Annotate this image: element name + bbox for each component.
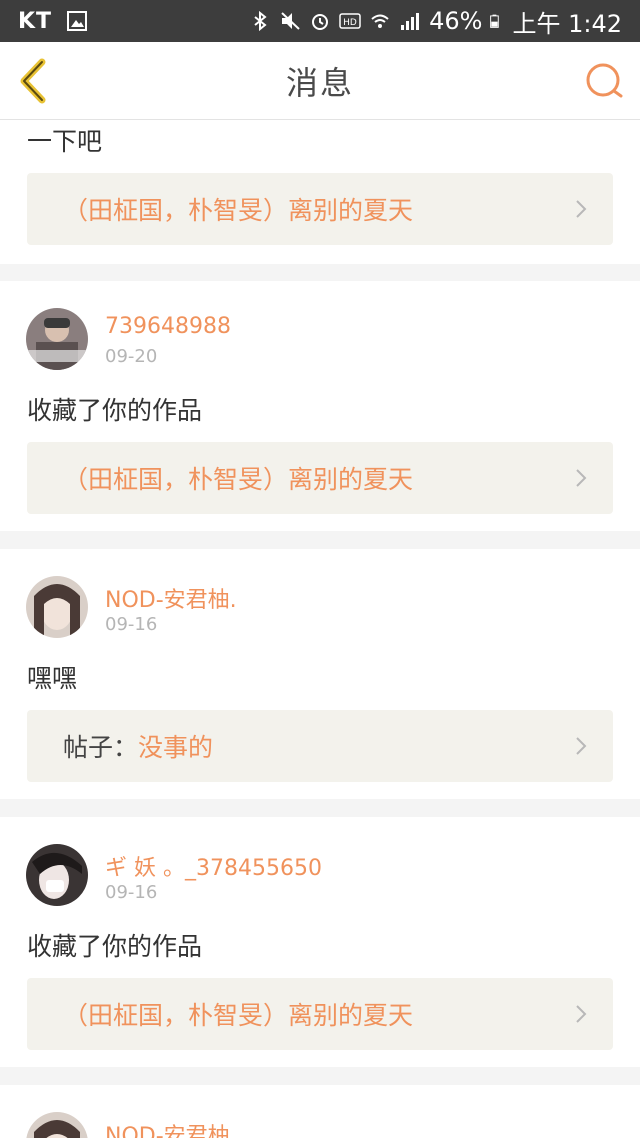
message-card: NOD-安君柚. 09-16 嘿嘿 帖子： 没事的 bbox=[0, 549, 640, 799]
bluetooth-icon bbox=[254, 10, 267, 32]
signal-icon bbox=[401, 13, 420, 30]
carrier-label: KT bbox=[18, 8, 53, 34]
work-title: （田柾国，朴智旻）离别的夏天 bbox=[63, 1001, 414, 1030]
work-title: （田柾国，朴智旻）离别的夏天 bbox=[63, 465, 414, 494]
battery-charging-icon bbox=[490, 14, 500, 28]
chevron-right-icon bbox=[576, 469, 587, 487]
clock: 上午 1:42 bbox=[512, 9, 622, 38]
username[interactable]: 739648988 bbox=[105, 314, 231, 339]
avatar[interactable] bbox=[26, 1112, 88, 1138]
alarm-icon bbox=[312, 14, 329, 30]
username[interactable]: ギ 妖 。_378455650 bbox=[105, 850, 322, 882]
wifi-icon bbox=[371, 14, 389, 28]
post-prefix: 帖子： bbox=[63, 733, 139, 762]
avatar[interactable] bbox=[26, 576, 88, 638]
svg-text:HD: HD bbox=[343, 18, 357, 28]
chevron-right-icon bbox=[576, 1005, 587, 1023]
hd-voice-icon: HD bbox=[339, 13, 361, 29]
post-title: 没事的 bbox=[138, 733, 214, 762]
message-card: 739648988 09-20 收藏了你的作品 （田柾国，朴智旻）离别的夏天 bbox=[0, 281, 640, 531]
message-card: ギ 妖 。_378455650 09-16 收藏了你的作品 （田柾国，朴智旻）离… bbox=[0, 817, 640, 1067]
username[interactable]: NOD-安君柚. bbox=[105, 582, 237, 614]
mute-icon bbox=[281, 12, 300, 30]
page-title: 消息 bbox=[285, 64, 354, 102]
battery-percent: 46% bbox=[429, 7, 483, 35]
work-link-card[interactable]: （田柾国，朴智旻）离别的夏天 bbox=[27, 442, 613, 514]
status-bar: KT HD 46% 上午 1:42 bbox=[0, 0, 640, 42]
avatar[interactable] bbox=[26, 844, 88, 906]
username[interactable]: NOD-安君柚. bbox=[105, 1118, 237, 1138]
work-link-card[interactable]: （田柾国，朴智旻）离别的夏天 bbox=[27, 173, 613, 245]
search-icon[interactable] bbox=[584, 60, 626, 102]
gallery-notification-icon bbox=[67, 11, 88, 31]
message-list[interactable]: 一下吧 （田柾国，朴智旻）离别的夏天 739648988 09-20 收藏了你的… bbox=[0, 120, 640, 1138]
timestamp: 09-16 bbox=[105, 882, 158, 903]
message-text: 一下吧 bbox=[27, 127, 103, 156]
post-link-card[interactable]: 帖子： 没事的 bbox=[27, 710, 613, 782]
message-text: 嘿嘿 bbox=[27, 664, 78, 693]
work-link-card[interactable]: （田柾国，朴智旻）离别的夏天 bbox=[27, 978, 613, 1050]
app-header: 消息 bbox=[0, 42, 640, 120]
avatar[interactable] bbox=[26, 308, 88, 370]
chevron-right-icon bbox=[576, 200, 587, 218]
message-card: NOD-安君柚. bbox=[0, 1085, 640, 1138]
work-title: （田柾国，朴智旻）离别的夏天 bbox=[63, 196, 414, 225]
message-text: 收藏了你的作品 bbox=[27, 932, 203, 961]
message-card: 一下吧 （田柾国，朴智旻）离别的夏天 bbox=[0, 120, 640, 264]
chevron-right-icon bbox=[576, 737, 587, 755]
timestamp: 09-16 bbox=[105, 614, 158, 635]
timestamp: 09-20 bbox=[105, 346, 158, 367]
message-text: 收藏了你的作品 bbox=[27, 396, 203, 425]
